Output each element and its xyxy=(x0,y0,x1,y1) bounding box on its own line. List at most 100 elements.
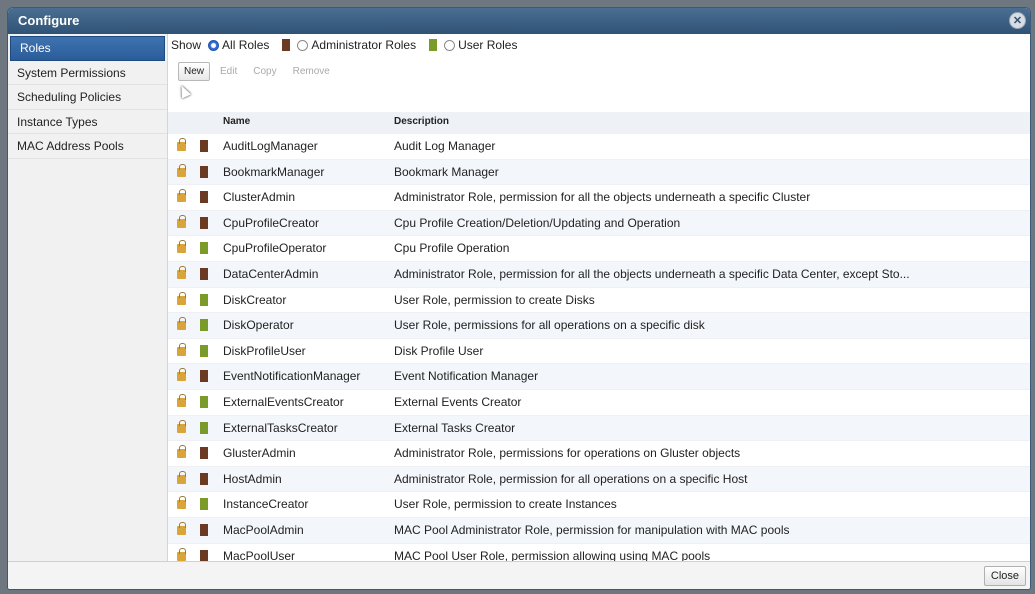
admin-person-icon xyxy=(200,472,208,485)
table-row[interactable]: AuditLogManager Audit Log Manager xyxy=(168,134,1030,160)
user-person-icon xyxy=(200,319,208,332)
table-row[interactable]: EventNotificationManager Event Notificati… xyxy=(168,364,1030,390)
show-label: Show xyxy=(171,38,202,52)
lock-icon xyxy=(177,368,186,382)
user-person-icon xyxy=(429,39,438,51)
table-row[interactable]: DataCenterAdmin Administrator Role, permi… xyxy=(168,262,1030,288)
radio-administrator-roles[interactable] xyxy=(297,39,309,51)
table-row[interactable]: HostAdmin Administrator Role, permission … xyxy=(168,466,1030,493)
role-name: CpuProfileOperator xyxy=(223,241,327,256)
new-button[interactable]: New xyxy=(178,61,211,81)
lock-icon xyxy=(177,214,186,228)
role-description: MAC Pool Administrator Role, permission … xyxy=(394,523,790,537)
lock-icon xyxy=(177,445,186,459)
user-person-icon xyxy=(200,396,208,408)
table-row[interactable]: GlusterAdmin Administrator Role, permissi… xyxy=(168,441,1030,467)
table-row[interactable]: ClusterAdmin Administrator Role, permissi… xyxy=(168,185,1030,211)
radio-user-roles[interactable] xyxy=(444,39,456,51)
role-description: Disk Profile User xyxy=(394,343,484,358)
table-row[interactable]: ExternalTasksCreator External Tasks Creat… xyxy=(168,415,1030,442)
role-name: AuditLogManager xyxy=(223,139,318,153)
sidebar-item-instance-types[interactable]: Instance Types xyxy=(8,110,167,134)
table-row[interactable]: CpuProfileOperator Cpu Profile Operation xyxy=(168,236,1030,262)
user-person-icon xyxy=(200,344,208,357)
admin-person-icon xyxy=(200,268,208,280)
lock-icon xyxy=(177,189,186,203)
roles-toolbar: New Edit Copy Remove xyxy=(168,56,1030,86)
role-name: DiskProfileUser xyxy=(223,343,306,358)
close-icon[interactable]: ✕ xyxy=(1009,12,1026,29)
role-description: Cpu Profile Creation/Deletion/Updating a… xyxy=(394,215,681,230)
role-name: DataCenterAdmin xyxy=(223,267,319,281)
admin-person-icon xyxy=(282,39,291,51)
role-name: MacPoolAdmin xyxy=(223,523,304,537)
table-row[interactable]: MacPoolAdmin MAC Pool Administrator Role,… xyxy=(168,518,1030,544)
lock-icon xyxy=(177,163,186,177)
role-description: User Role, permissions for all operation… xyxy=(394,318,705,333)
role-description: User Role, permission to create Instance… xyxy=(394,497,617,512)
role-name: ClusterAdmin xyxy=(223,190,296,205)
role-name: EventNotificationManager xyxy=(223,369,361,384)
radio-administrator-roles-label[interactable]: Administrator Roles xyxy=(311,34,416,56)
lock-icon xyxy=(177,496,186,510)
admin-person-icon xyxy=(200,447,208,460)
header-name[interactable]: Name xyxy=(223,112,250,134)
table-row[interactable]: DiskCreator User Role, permission to crea… xyxy=(168,288,1030,314)
radio-all-roles-label[interactable]: All Roles xyxy=(222,34,269,56)
user-person-icon xyxy=(200,421,208,434)
role-description: External Events Creator xyxy=(394,395,522,409)
role-name: GlusterAdmin xyxy=(223,446,296,461)
role-description: Event Notification Manager xyxy=(394,369,539,384)
show-filter: Show All Roles Administrator Roles User … xyxy=(168,34,1030,56)
roles-table: Name Description AuditLogManager Audit Lo… xyxy=(168,112,1030,564)
role-description: External Tasks Creator xyxy=(394,420,516,435)
table-row[interactable]: InstanceCreator User Role, permission to … xyxy=(168,492,1030,518)
role-name: InstanceCreator xyxy=(223,497,309,512)
sidebar: Roles System Permissions Scheduling Poli… xyxy=(8,34,168,564)
lock-icon xyxy=(177,342,186,356)
user-person-icon xyxy=(200,242,208,255)
lock-icon xyxy=(177,291,186,305)
sidebar-item-roles[interactable]: Roles xyxy=(10,36,165,61)
role-name: ExternalEventsCreator xyxy=(223,395,344,409)
role-name: HostAdmin xyxy=(223,471,282,486)
configure-dialog: Configure ✕ Roles System Permissions Sch… xyxy=(7,7,1031,590)
admin-person-icon xyxy=(200,370,208,383)
role-description: Administrator Role, permission for all t… xyxy=(394,190,811,205)
lock-icon xyxy=(177,138,186,151)
table-row[interactable]: DiskOperator User Role, permissions for a… xyxy=(168,313,1030,339)
role-description: Administrator Role, permission for all t… xyxy=(394,267,910,281)
role-name: CpuProfileCreator xyxy=(223,215,320,230)
remove-button[interactable]: Remove xyxy=(287,62,336,81)
admin-person-icon xyxy=(200,549,208,562)
sidebar-item-mac-address-pools[interactable]: MAC Address Pools xyxy=(8,134,167,159)
admin-person-icon xyxy=(200,191,208,204)
table-row[interactable]: ExternalEventsCreator External Events Cre… xyxy=(168,390,1030,416)
table-row[interactable]: DiskProfileUser Disk Profile User xyxy=(168,339,1030,365)
role-description: Administrator Role, permission for all o… xyxy=(394,471,748,486)
close-button[interactable]: Close xyxy=(983,566,1026,586)
table-row[interactable]: CpuProfileCreator Cpu Profile Creation/De… xyxy=(168,210,1030,237)
sidebar-item-scheduling-policies[interactable]: Scheduling Policies xyxy=(8,85,167,110)
admin-person-icon xyxy=(200,140,208,152)
sidebar-item-system-permissions[interactable]: System Permissions xyxy=(8,61,167,85)
edit-button[interactable]: Edit xyxy=(214,62,243,81)
lock-icon xyxy=(177,240,186,254)
dialog-footer: Close xyxy=(8,561,1030,589)
radio-all-roles[interactable] xyxy=(208,39,220,51)
role-description: Administrator Role, permissions for oper… xyxy=(394,446,741,461)
header-description[interactable]: Description xyxy=(394,112,449,134)
table-row[interactable]: BookmarkManager Bookmark Manager xyxy=(168,159,1030,186)
dialog-titlebar: Configure ✕ xyxy=(8,8,1030,34)
admin-person-icon xyxy=(200,165,208,178)
admin-person-icon xyxy=(200,216,208,229)
user-person-icon xyxy=(200,293,208,306)
user-person-icon xyxy=(200,498,208,511)
radio-user-roles-label[interactable]: User Roles xyxy=(458,34,517,56)
lock-icon xyxy=(177,394,186,407)
role-name: BookmarkManager xyxy=(223,164,325,179)
copy-button[interactable]: Copy xyxy=(247,62,282,81)
role-description: Bookmark Manager xyxy=(394,164,499,179)
role-description: User Role, permission to create Disks xyxy=(394,292,595,307)
dialog-title: Configure xyxy=(18,13,80,28)
